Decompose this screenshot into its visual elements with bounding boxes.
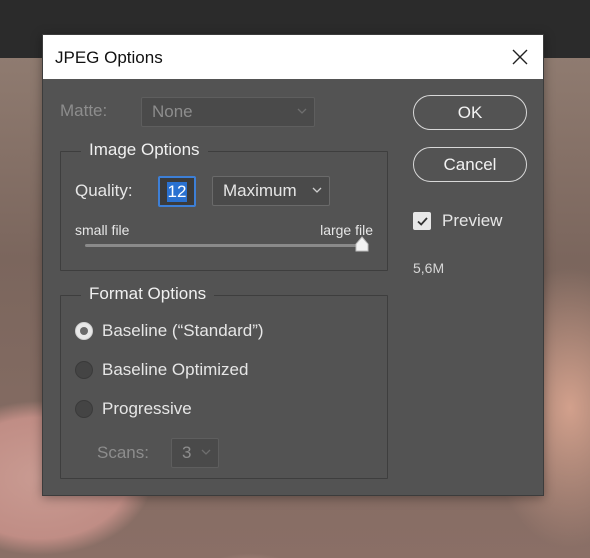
quality-preset-select[interactable]: Maximum (212, 176, 330, 206)
baseline-optimized-option[interactable]: Baseline Optimized (75, 360, 248, 380)
jpeg-options-dialog: JPEG Options Matte: None Image Options Q… (42, 34, 544, 496)
progressive-option[interactable]: Progressive (75, 399, 192, 419)
chevron-down-icon (297, 108, 307, 114)
file-size-readout: 5,6M (413, 260, 445, 276)
preview-checkbox[interactable] (413, 212, 431, 230)
option-label: Baseline (“Standard”) (102, 321, 264, 340)
scans-label: Scans: (97, 443, 149, 462)
option-label: Progressive (102, 399, 192, 418)
option-label: Baseline Optimized (102, 360, 249, 379)
radio-button-checked[interactable] (75, 322, 93, 340)
radio-button[interactable] (75, 400, 93, 418)
close-icon (512, 49, 528, 65)
close-button[interactable] (497, 35, 543, 79)
quality-value: 12 (166, 181, 188, 202)
quality-label: Quality: (75, 181, 133, 200)
cancel-button[interactable]: Cancel (413, 147, 527, 182)
chevron-down-icon (312, 187, 322, 193)
ok-button[interactable]: OK (413, 95, 527, 130)
small-file-label: small file (75, 222, 130, 238)
baseline-standard-option[interactable]: Baseline (“Standard”) (75, 321, 264, 341)
scans-select[interactable]: 3 (171, 438, 219, 468)
quality-slider-thumb[interactable] (354, 236, 370, 252)
format-options-group: Format Options Baseline (“Standard”) Bas… (60, 284, 388, 479)
format-options-title: Format Options (81, 284, 215, 304)
preview-checkbox-row[interactable]: Preview (413, 211, 502, 231)
quality-slider-track[interactable] (85, 244, 365, 247)
radio-button[interactable] (75, 361, 93, 379)
quality-preset-value: Maximum (223, 181, 297, 200)
scans-value: 3 (182, 443, 192, 462)
image-options-group: Image Options Quality: 12 Maximum small … (60, 140, 388, 271)
matte-label: Matte: (60, 101, 108, 120)
image-options-title: Image Options (81, 140, 208, 160)
chevron-down-icon (201, 449, 211, 455)
dialog-titlebar: JPEG Options (43, 35, 543, 79)
quality-input[interactable]: 12 (158, 176, 196, 207)
checkmark-icon (416, 216, 428, 226)
preview-label: Preview (442, 211, 503, 230)
dialog-title: JPEG Options (55, 48, 163, 67)
matte-select[interactable]: None (141, 97, 315, 127)
matte-value: None (152, 102, 193, 121)
